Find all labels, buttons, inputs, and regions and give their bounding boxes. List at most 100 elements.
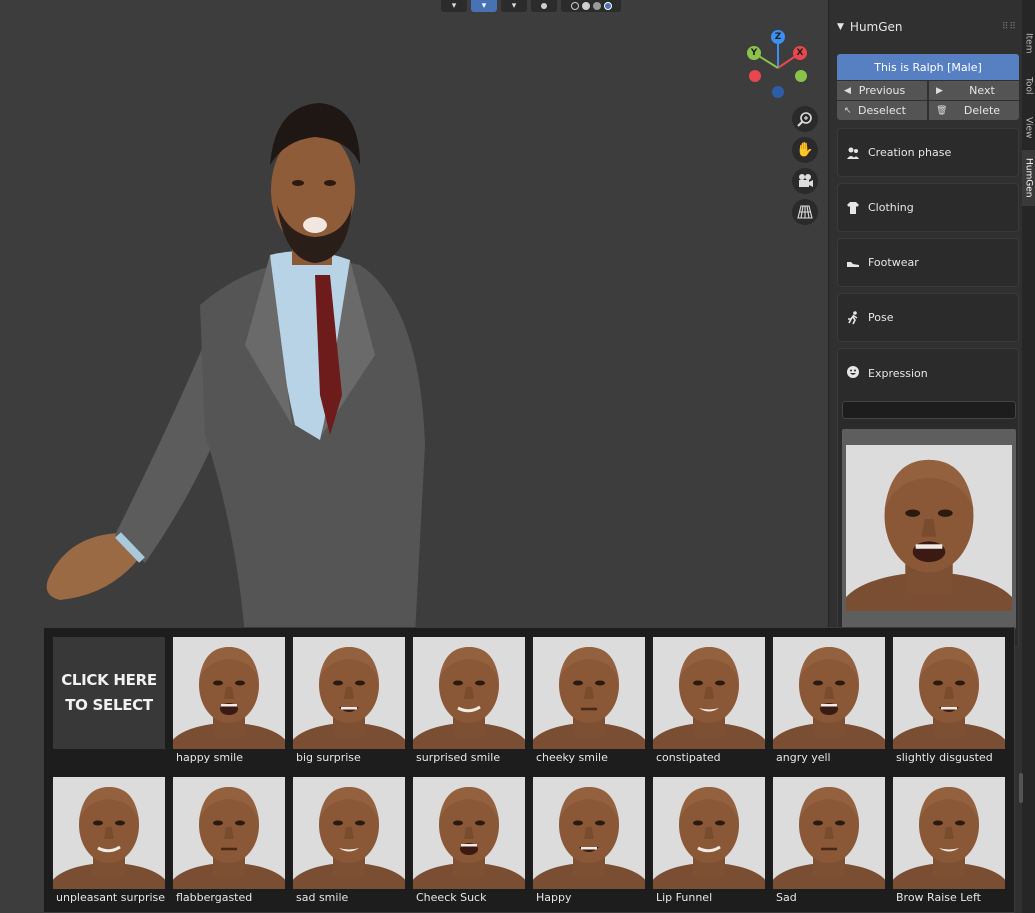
gizmo-x-label: X xyxy=(796,48,804,58)
tab-view[interactable]: View xyxy=(1022,106,1035,150)
tab-humgen[interactable]: HumGen xyxy=(1022,150,1035,206)
face-thumbnail-image xyxy=(533,777,645,889)
thumbnail-caption: sad smile xyxy=(296,891,349,904)
thumbnail-caption: surprised smile xyxy=(416,751,501,764)
tab-item[interactable]: Item xyxy=(1022,20,1035,66)
hand-icon: ✋ xyxy=(796,142,814,158)
preview-face-image xyxy=(846,445,1012,611)
shading-modes[interactable] xyxy=(561,0,621,12)
camera-icon xyxy=(799,174,813,187)
expression-thumbnail[interactable]: surprised smile xyxy=(413,637,525,767)
click-to-select-tile[interactable]: CLICK HERE TO SELECT xyxy=(53,637,165,749)
expression-preview-thumbnail[interactable] xyxy=(842,429,1016,629)
thumbnail-caption: Lip Funnel xyxy=(656,891,713,904)
tab-tool[interactable]: Tool xyxy=(1022,66,1035,106)
grid-perspective-icon xyxy=(797,205,813,219)
drag-grip-icon[interactable]: ⠿⠿ xyxy=(1002,22,1017,32)
gizmo-y-axis[interactable]: Y xyxy=(747,46,761,60)
face-thumbnail-image xyxy=(173,777,285,889)
deselect-label: Deselect xyxy=(858,104,906,117)
thumbnail-caption: angry yell xyxy=(776,751,831,764)
expression-thumbnail[interactable]: big surprise xyxy=(293,637,405,767)
thumbnail-caption: constipated xyxy=(656,751,721,764)
section-creation-phase[interactable]: Creation phase xyxy=(837,128,1019,177)
navigation-gizmo[interactable]: Z X Y xyxy=(744,30,816,102)
pan-button[interactable]: ✋ xyxy=(792,137,818,163)
expression-thumbnail[interactable]: Brow Raise Left xyxy=(893,777,1005,907)
gizmo-neg-x-axis[interactable] xyxy=(749,70,761,82)
gizmo-x-axis[interactable]: X xyxy=(793,46,807,60)
expression-thumbnail[interactable]: sad smile xyxy=(293,777,405,907)
people-icon xyxy=(846,146,860,160)
wireframe-shading-icon[interactable] xyxy=(570,2,579,10)
view-options-button[interactable]: ▾ xyxy=(441,0,467,12)
section-expression: Expression xyxy=(837,348,1019,648)
character-name-button[interactable]: This is Ralph [Male] xyxy=(837,54,1019,80)
face-thumbnail-image xyxy=(413,637,525,749)
expression-thumbnail[interactable]: angry yell xyxy=(773,637,885,767)
section-label: Pose xyxy=(868,311,894,324)
expression-thumbnail[interactable]: Happy xyxy=(533,777,645,907)
previous-button[interactable]: ◀ Previous xyxy=(837,81,927,100)
face-thumbnail-image xyxy=(653,777,765,889)
character-model[interactable] xyxy=(30,95,450,635)
triangle-right-icon: ▶ xyxy=(936,85,943,96)
xray-toggle-button[interactable] xyxy=(531,0,557,12)
deselect-button[interactable]: ↖ Deselect xyxy=(837,101,927,120)
expression-label: Expression xyxy=(868,367,928,380)
overlay-toggle-button[interactable]: ▾ xyxy=(501,0,527,12)
gizmo-z-axis[interactable]: Z xyxy=(771,30,785,44)
viewport-header-toolbar: ▾ ▾ ▾ xyxy=(441,0,621,12)
select-label-line1: CLICK HERE xyxy=(61,671,157,689)
section-clothing[interactable]: Clothing xyxy=(837,183,1019,232)
next-button[interactable]: ▶ Next xyxy=(929,81,1019,100)
sidebar-tab-strip: Item Tool View HumGen xyxy=(1022,0,1035,913)
perspective-toggle-button[interactable] xyxy=(792,199,818,225)
thumbnail-caption: unpleasant surprise xyxy=(56,891,165,904)
section-label: Footwear xyxy=(868,256,919,269)
section-label: Creation phase xyxy=(868,146,952,159)
section-pose[interactable]: Pose xyxy=(837,293,1019,342)
shoe-icon xyxy=(846,256,860,270)
gizmo-neg-y-axis[interactable] xyxy=(795,70,807,82)
expression-thumbnail-popup: CLICK HERE TO SELECT happy smile big surpr… xyxy=(43,627,1023,913)
face-thumbnail-image xyxy=(893,637,1005,749)
expression-thumbnail[interactable]: Lip Funnel xyxy=(653,777,765,907)
gizmo-toggle-button[interactable]: ▾ xyxy=(471,0,497,12)
expression-thumbnail[interactable]: unpleasant surprise xyxy=(53,777,165,907)
expression-thumbnail[interactable]: happy smile xyxy=(173,637,285,767)
rendered-shading-icon[interactable] xyxy=(603,2,612,10)
thumbnail-caption: cheeky smile xyxy=(536,751,608,764)
popup-scrollbar[interactable] xyxy=(1019,773,1023,803)
gizmo-neg-z-axis[interactable] xyxy=(772,86,784,98)
smiley-icon xyxy=(846,365,860,382)
next-label: Next xyxy=(969,84,995,97)
face-thumbnail-image xyxy=(653,637,765,749)
camera-view-button[interactable] xyxy=(792,168,818,194)
zoom-icon xyxy=(797,112,812,127)
expression-thumbnail[interactable]: flabbergasted xyxy=(173,777,285,907)
expression-thumbnail[interactable]: slightly disgusted xyxy=(893,637,1005,767)
material-shading-icon[interactable] xyxy=(592,2,601,10)
panel-title: HumGen xyxy=(849,20,903,34)
expression-thumbnail[interactable]: cheeky smile xyxy=(533,637,645,767)
section-footwear[interactable]: Footwear xyxy=(837,238,1019,287)
select-label-line2: TO SELECT xyxy=(65,696,153,714)
face-thumbnail-image xyxy=(773,637,885,749)
delete-button[interactable]: 🗑 Delete xyxy=(929,101,1019,120)
humgen-panel-header[interactable]: ▼ HumGen ⠿⠿ xyxy=(837,18,1017,36)
expression-thumbnail[interactable]: Sad xyxy=(773,777,885,907)
zoom-button[interactable] xyxy=(792,106,818,132)
thumbnail-caption: Happy xyxy=(536,891,572,904)
expression-header[interactable]: Expression xyxy=(846,365,928,382)
thumbnail-caption: flabbergasted xyxy=(176,891,253,904)
thumbnail-caption: slightly disgusted xyxy=(896,751,993,764)
expression-thumbnail[interactable]: Cheeck Suck xyxy=(413,777,525,907)
face-thumbnail-image xyxy=(893,777,1005,889)
collapse-arrow-icon[interactable]: ▼ xyxy=(837,22,844,32)
thumbnail-caption: Sad xyxy=(776,891,797,904)
solid-shading-icon[interactable] xyxy=(581,2,590,10)
expression-search-input[interactable] xyxy=(842,401,1016,419)
expression-thumbnail[interactable]: constipated xyxy=(653,637,765,767)
face-thumbnail-image xyxy=(773,777,885,889)
